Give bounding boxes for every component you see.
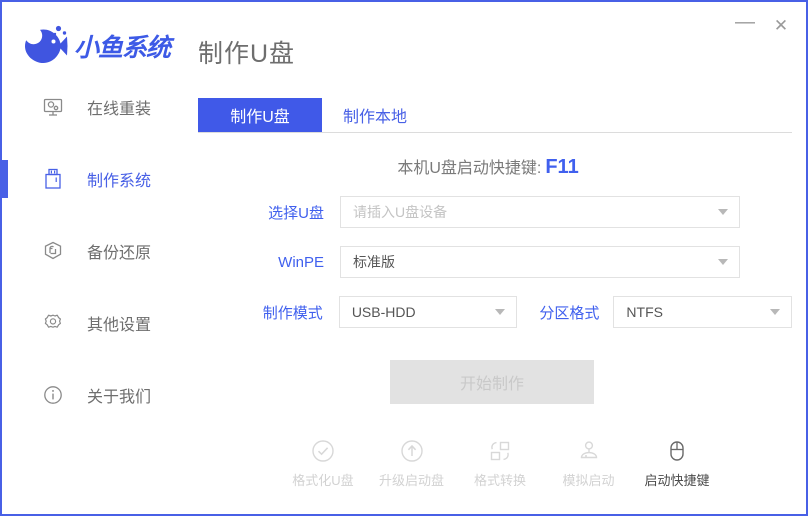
tab-bar: 制作U盘 制作本地: [198, 98, 792, 134]
tab-make-usb[interactable]: 制作U盘: [198, 98, 322, 132]
start-make-button[interactable]: 开始制作: [390, 360, 594, 404]
tool-label: 升级启动盘: [379, 470, 444, 489]
active-indicator: [2, 304, 8, 342]
chevron-down-icon: [718, 259, 728, 265]
title-bar: 小鱼系统 制作U盘 — ✕: [2, 2, 806, 88]
tool-label: 启动快捷键: [644, 470, 709, 489]
check-circle-icon: [308, 436, 338, 466]
page-title: 制作U盘: [198, 34, 295, 70]
brand-name: 小鱼系统: [74, 28, 170, 64]
chevron-down-icon: [495, 309, 505, 315]
sidebar-item-about-us[interactable]: 关于我们: [2, 376, 184, 414]
sidebar-item-label: 在线重装: [87, 95, 151, 119]
sidebar-item-label: 制作系统: [87, 167, 151, 191]
partition-select-label: 分区格式: [539, 302, 599, 323]
window-controls: — ✕: [728, 8, 798, 42]
boot-hotkey-info: 本机U盘启动快捷键:F11: [184, 154, 792, 179]
joystick-icon: [574, 436, 604, 466]
mode-select-input[interactable]: USB-HDD: [339, 296, 518, 328]
boot-hotkey-value: F11: [545, 156, 578, 178]
backup-restore-icon: [40, 238, 66, 264]
usb-select-value: 请插入U盘设备: [353, 202, 447, 222]
sidebar-item-label: 备份还原: [87, 239, 151, 263]
info-icon: [40, 382, 66, 408]
usb-select-input[interactable]: 请插入U盘设备: [340, 196, 740, 228]
active-indicator: [2, 376, 8, 414]
sidebar: 在线重装 制作系统: [2, 88, 184, 514]
tool-simulate-boot[interactable]: 模拟启动: [546, 436, 632, 489]
mode-partition-row: 制作模式 USB-HDD 分区格式 NTFS: [184, 296, 792, 328]
mode-select-value: USB-HDD: [352, 304, 416, 320]
tool-label: 格式化U盘: [292, 470, 353, 489]
usb-select-label: 选择U盘: [184, 202, 324, 223]
tool-boot-hotkey[interactable]: 启动快捷键: [634, 436, 720, 489]
brand-logo: 小鱼系统: [14, 18, 200, 74]
fish-logo-icon: [14, 22, 72, 70]
sidebar-item-label: 关于我们: [87, 383, 151, 407]
up-arrow-circle-icon: [397, 436, 427, 466]
sidebar-item-other-settings[interactable]: 其他设置: [2, 304, 184, 342]
sidebar-item-make-system[interactable]: 制作系统: [2, 160, 184, 198]
monitor-icon: [40, 94, 66, 120]
active-indicator: [2, 88, 8, 126]
sidebar-item-label: 其他设置: [87, 311, 151, 335]
mode-select-label: 制作模式: [184, 302, 323, 323]
app-window: 小鱼系统 制作U盘 — ✕ 在线重装: [0, 0, 808, 516]
usb-select-row: 选择U盘 请插入U盘设备: [184, 196, 792, 228]
boot-hotkey-label: 本机U盘启动快捷键:: [397, 160, 541, 177]
winpe-select-value: 标准版: [353, 252, 395, 272]
winpe-select-row: WinPE 标准版: [184, 246, 792, 278]
sidebar-item-online-reinstall[interactable]: 在线重装: [2, 88, 184, 126]
tool-upgrade-boot-disk[interactable]: 升级启动盘: [369, 436, 455, 489]
active-indicator: [2, 160, 8, 198]
chevron-down-icon: [718, 209, 728, 215]
active-indicator: [2, 232, 8, 270]
tool-label: 模拟启动: [562, 470, 614, 489]
mouse-icon: [662, 436, 692, 466]
sidebar-item-backup-restore[interactable]: 备份还原: [2, 232, 184, 270]
usb-drive-icon: [40, 166, 66, 192]
bottom-tool-row: 格式化U盘 升级启动盘: [280, 436, 720, 489]
minimize-button[interactable]: —: [728, 8, 762, 42]
winpe-select-label: WinPE: [184, 254, 324, 271]
chevron-down-icon: [770, 309, 780, 315]
tool-format-convert[interactable]: 格式转换: [457, 436, 543, 489]
tab-divider: [198, 132, 792, 133]
gear-icon: [40, 310, 66, 336]
main-panel: 制作U盘 制作本地 本机U盘启动快捷键:F11 选择U盘 请插入U盘设备 Win…: [184, 88, 806, 514]
partition-select-input[interactable]: NTFS: [613, 296, 792, 328]
tool-format-usb[interactable]: 格式化U盘: [280, 436, 366, 489]
close-button[interactable]: ✕: [764, 11, 798, 39]
format-convert-icon: [485, 436, 515, 466]
partition-select-value: NTFS: [626, 304, 663, 320]
winpe-select-input[interactable]: 标准版: [340, 246, 740, 278]
tab-make-local[interactable]: 制作本地: [322, 98, 428, 132]
tool-label: 格式转换: [474, 470, 526, 489]
